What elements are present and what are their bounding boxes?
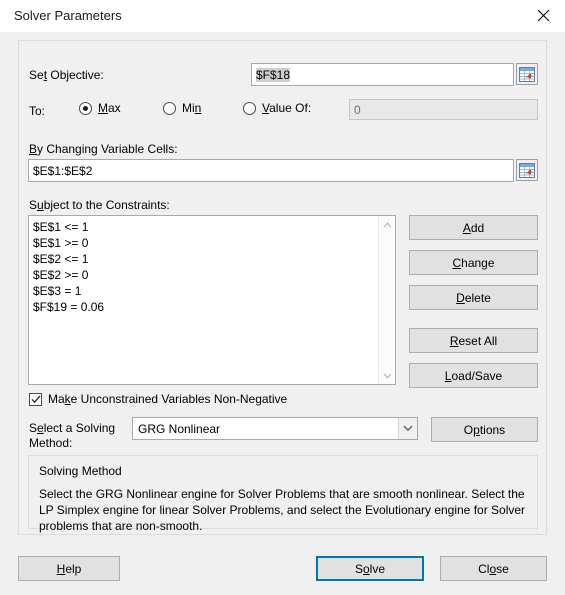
to-label: To: [29, 104, 46, 118]
value-of-input-value: 0 [354, 102, 361, 117]
chevron-down-icon [403, 425, 413, 432]
value-of-input[interactable]: 0 [349, 99, 538, 120]
close-button-label: Close [478, 561, 509, 576]
solving-method-select[interactable]: GRG Nonlinear [132, 417, 418, 440]
solve-button-label: Solve [354, 561, 386, 576]
delete-constraint-label: Delete [456, 290, 491, 305]
dialog-body: Set Objective: $F$18 To: Max Min Value O… [0, 32, 565, 595]
list-item[interactable]: $E$2 >= 0 [33, 267, 378, 283]
scroll-down-button[interactable] [379, 367, 395, 384]
list-item[interactable]: $E$1 >= 0 [33, 235, 378, 251]
change-constraint-button[interactable]: Change [409, 250, 538, 275]
non-negative-checkbox-box [29, 392, 42, 406]
radio-min-label: Min [182, 101, 202, 115]
solving-method-label-line2: Method: [29, 436, 73, 450]
reset-all-label: Reset All [449, 333, 498, 348]
solve-button[interactable]: Solve [316, 556, 424, 581]
reset-all-button[interactable]: Reset All [409, 328, 538, 353]
set-objective-label: Set Objective: [29, 68, 104, 82]
radio-value-of-indicator [243, 101, 256, 115]
list-item[interactable]: $E$1 <= 1 [33, 219, 378, 235]
radio-min[interactable]: Min [163, 101, 201, 115]
changing-cells-input-value: $E$1:$E$2 [33, 163, 93, 178]
add-constraint-label: Add [462, 220, 485, 235]
solving-method-group-title: Solving Method [39, 464, 122, 478]
load-save-label: Load/Save [444, 368, 503, 383]
options-button[interactable]: Options [431, 417, 538, 442]
solving-method-value: GRG Nonlinear [138, 421, 221, 436]
radio-value-of-label: Value Of: [262, 101, 312, 115]
close-icon [537, 9, 549, 21]
close-button[interactable] [521, 0, 565, 30]
non-negative-checkbox[interactable]: Make Unconstrained Variables Non-Negativ… [29, 392, 287, 406]
constraints-scrollbar[interactable] [378, 216, 395, 384]
objective-input[interactable]: $F$18 [251, 63, 514, 86]
load-save-button[interactable]: Load/Save [409, 363, 538, 388]
help-button-label: Help [56, 561, 82, 576]
solving-method-groupbox: Solving Method Select the GRG Nonlinear … [28, 455, 538, 533]
window-title: Solver Parameters [14, 8, 122, 23]
title-bar: Solver Parameters [0, 0, 565, 32]
constraints-listbox[interactable]: $E$1 <= 1 $E$1 >= 0 $E$2 <= 1 $E$2 >= 0 … [28, 215, 396, 385]
radio-max-indicator [79, 101, 92, 115]
scroll-up-button[interactable] [379, 216, 395, 233]
add-constraint-button[interactable]: Add [409, 215, 538, 240]
solving-method-dropdown-arrow[interactable] [398, 418, 417, 439]
checkmark-icon [31, 395, 40, 403]
changing-cells-input[interactable]: $E$1:$E$2 [28, 159, 514, 182]
changing-cells-label: By Changing Variable Cells: [29, 142, 178, 156]
list-item[interactable]: $E$3 = 1 [33, 283, 378, 299]
non-negative-label: Make Unconstrained Variables Non-Negativ… [48, 392, 288, 406]
constraints-list: $E$1 <= 1 $E$1 >= 0 $E$2 <= 1 $E$2 >= 0 … [29, 216, 378, 315]
solving-method-label: Select a Solving [29, 421, 116, 435]
radio-min-indicator [163, 101, 176, 115]
options-button-label: Options [463, 422, 506, 437]
range-selector-icon [519, 66, 535, 82]
chevron-down-icon [383, 373, 392, 379]
list-item[interactable]: $F$19 = 0.06 [33, 299, 378, 315]
help-button[interactable]: Help [18, 556, 120, 581]
range-selector-icon [519, 162, 535, 178]
chevron-up-icon [383, 221, 392, 227]
list-item[interactable]: $E$2 <= 1 [33, 251, 378, 267]
change-constraint-label: Change [452, 255, 495, 270]
radio-max-label: Max [98, 101, 121, 115]
solving-method-group-description: Select the GRG Nonlinear engine for Solv… [39, 487, 526, 533]
radio-max[interactable]: Max [79, 101, 121, 115]
objective-input-value: $F$18 [256, 67, 291, 82]
parameters-panel: Set Objective: $F$18 To: Max Min Value O… [18, 40, 547, 535]
constraints-label: Subject to the Constraints: [29, 198, 170, 212]
delete-constraint-button[interactable]: Delete [409, 285, 538, 310]
objective-range-picker-button[interactable] [516, 63, 538, 85]
changing-cells-range-picker-button[interactable] [516, 159, 538, 181]
close-dialog-button[interactable]: Close [440, 556, 547, 581]
radio-value-of[interactable]: Value Of: [243, 101, 311, 115]
